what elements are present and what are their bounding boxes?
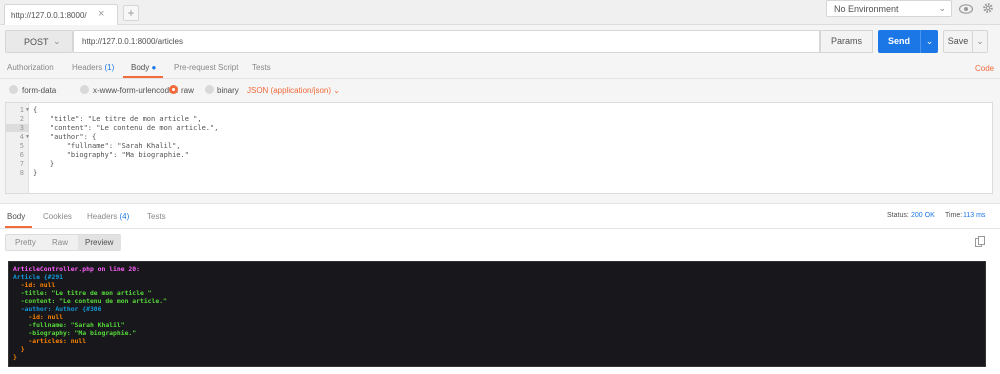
raw-label[interactable]: raw [181,86,194,95]
form-data-label[interactable]: form-data [22,86,56,95]
line-number: 8 [19,169,24,177]
line-number-gutter: 1 ▼ 2 3 4 ▼ 5 6 7 8 [6,103,30,193]
tab-tests[interactable]: Tests [252,63,271,72]
top-bar: http://127.0.0.1:8000/ × + No Environmen… [0,0,1000,25]
add-tab-button[interactable]: + [123,5,139,21]
status-value: 200 OK [911,212,935,219]
send-button[interactable]: Send [878,30,920,53]
time-value: 113 ms [963,212,986,219]
divider [0,78,1000,79]
radio-raw[interactable] [169,85,178,94]
dump-biography-line: -biography: "Ma biographie." [13,329,137,337]
code-line: "title": "Le titre de mon article ", [33,115,202,123]
content-type-select[interactable]: JSON (application/json) ⌄ [247,86,340,95]
dump-file-line: ArticleController.php on line 20: [13,265,140,273]
tab-body-label: Body [131,63,150,72]
body-indicator-dot: ● [151,63,157,72]
code-line: "author": { [33,133,97,141]
line-number: 7 [19,160,24,168]
chevron-down-icon: ⌄ [53,36,61,46]
environment-label: No Environment [834,4,899,14]
eye-icon[interactable] [957,0,975,17]
view-preview-button[interactable]: Preview [85,238,113,247]
method-select[interactable]: POST ⌄ [5,30,73,53]
code-link[interactable]: Code [975,64,994,73]
dump-class-line: Article {#291 [13,273,64,281]
code-line: "fullname": "Sarah Khalil", [33,142,181,150]
dump-preview: ArticleController.php on line 20: Articl… [8,261,986,367]
response-tab-headers[interactable]: Headers (4) [87,212,129,221]
response-tab-tests[interactable]: Tests [147,212,166,221]
dump-title-line: -title: "Le titre de mon article " [13,289,152,297]
status-label: Status: [887,212,909,219]
tab-title: http://127.0.0.1:8000/ [11,11,87,20]
code-line: } [33,160,55,168]
tab-headers[interactable]: Headers (1) [72,63,114,72]
code-line: { [33,106,38,114]
line-number-active: 3 [6,124,29,132]
code-line: "biography": "Ma biographie." [33,151,189,159]
response-headers-count: (4) [119,212,130,221]
dump-fullname-line: -fullname: "Sarah Khalil" [13,321,125,329]
dump-articles-line: -articles: null [13,337,87,345]
code-line: } [33,169,38,177]
url-input[interactable] [73,30,820,53]
dump-close-inner: } [13,345,25,353]
chevron-down-icon: ⌄ [938,3,946,13]
line-number: 2 [19,115,24,123]
code-line: "content": "Le contenu de mon article.", [33,124,219,132]
tab-authorization[interactable]: Authorization [7,63,54,72]
headers-count: (1) [104,63,115,72]
environment-select[interactable]: No Environment ⌄ [826,0,952,17]
view-raw-button[interactable]: Raw [52,238,68,247]
content-type-label: JSON (application/json) [247,86,332,95]
radio-binary[interactable] [205,85,214,94]
gear-icon[interactable] [979,0,997,17]
method-label: POST [24,37,49,47]
chevron-down-icon: ⌄ [333,86,340,95]
dump-author-id-line: -id: null [13,313,64,321]
dump-content-line: -content: "Le contenu de mon article." [13,297,167,305]
line-number: 5 [19,142,24,150]
urlencoded-label[interactable]: x-www-form-urlencoded [93,86,178,95]
fold-arrow-icon[interactable]: ▼ [25,134,30,140]
binary-label[interactable]: binary [217,86,239,95]
send-dropdown-button[interactable]: ⌄ [920,30,938,53]
tab-headers-label: Headers [72,63,103,72]
radio-form-data[interactable] [9,85,18,94]
close-icon[interactable]: × [98,8,104,20]
dump-author-line: -author: Author {#306 [13,305,102,313]
dump-id-line: -id: null [13,281,56,289]
line-number: 4 [19,133,24,141]
response-headers-label: Headers [87,212,118,221]
tab-body[interactable]: Body ● [131,63,156,72]
radio-urlencoded[interactable] [80,85,89,94]
view-pretty-button[interactable]: Pretty [15,238,36,247]
time-label: Time: [945,212,963,219]
params-button[interactable]: Params [820,30,873,53]
response-tab-cookies[interactable]: Cookies [43,212,72,221]
line-number: 1 [19,106,24,114]
fold-arrow-icon[interactable]: ▼ [25,107,30,113]
save-button[interactable]: Save [943,30,973,53]
save-dropdown-button[interactable]: ⌄ [973,30,988,53]
divider [0,228,1000,229]
request-tab[interactable]: http://127.0.0.1:8000/ × [4,4,118,25]
body-editor[interactable]: 1 ▼ 2 3 4 ▼ 5 6 7 8 { "title": "Le titre… [5,102,993,194]
line-number: 6 [19,151,24,159]
response-tab-body[interactable]: Body [7,212,25,221]
dump-close-outer: } [13,353,17,361]
view-mode-group: Pretty Raw Preview [5,234,121,251]
copy-icon[interactable] [975,236,985,247]
tab-prerequest-script[interactable]: Pre-request Script [174,63,238,72]
